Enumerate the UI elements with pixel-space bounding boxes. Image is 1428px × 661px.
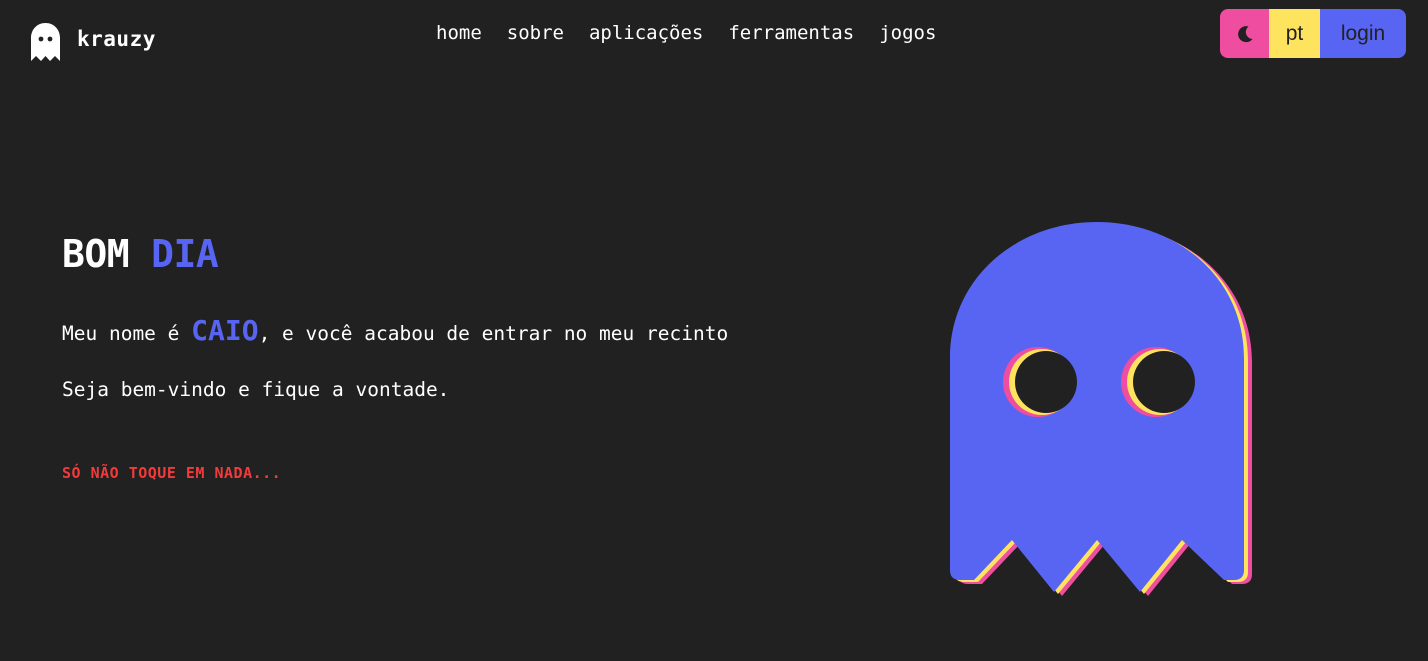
- header-controls: pt login: [1220, 9, 1406, 58]
- main-nav: home sobre aplicações ferramentas jogos: [436, 20, 936, 46]
- login-button[interactable]: login: [1320, 9, 1406, 58]
- language-button[interactable]: pt: [1269, 9, 1320, 58]
- nav-aplicacoes[interactable]: aplicações: [589, 20, 703, 46]
- ghost-icon: [950, 222, 1252, 596]
- intro-text: Meu nome é CAIO, e você acabou de entrar…: [62, 314, 728, 347]
- nav-jogos[interactable]: jogos: [879, 20, 936, 46]
- theme-toggle-button[interactable]: [1220, 9, 1269, 58]
- intro-before: Meu nome é: [62, 322, 192, 345]
- nav-ferramentas[interactable]: ferramentas: [728, 20, 854, 46]
- moon-icon: [1237, 25, 1252, 42]
- greeting-word-1: BOM: [62, 232, 130, 276]
- welcome-text: Seja bem-vindo e fique a vontade.: [62, 378, 450, 401]
- nav-sobre[interactable]: sobre: [507, 20, 564, 46]
- greeting-word-2: DIA: [151, 232, 219, 276]
- greeting-heading: BOM DIA: [62, 232, 219, 276]
- intro-name: CAIO: [191, 314, 259, 347]
- intro-after: , e você acabou de entrar no meu recinto: [258, 322, 729, 345]
- page: krauzy home sobre aplicações ferramentas…: [0, 0, 1428, 661]
- ghost-icon: [31, 23, 60, 61]
- nav-home[interactable]: home: [436, 20, 482, 46]
- hero-ghost: [950, 222, 1260, 604]
- brand-link[interactable]: krauzy: [30, 22, 156, 62]
- warning-text: SÓ NÃO TOQUE EM NADA...: [62, 464, 282, 482]
- brand-name: krauzy: [77, 27, 156, 51]
